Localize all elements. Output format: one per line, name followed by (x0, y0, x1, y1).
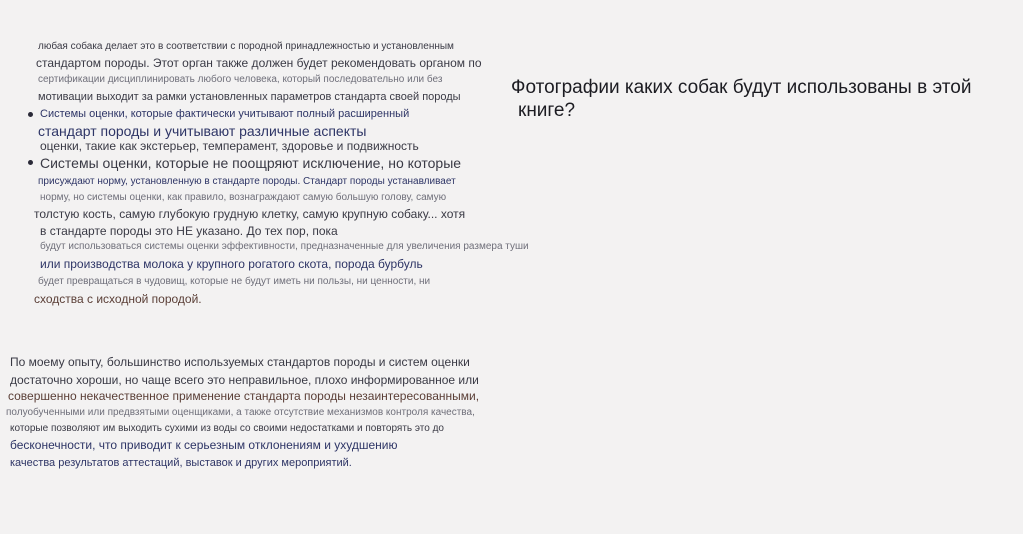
text-line: будут использоваться системы оценки эффе… (40, 241, 529, 252)
text-line: бесконечности, что приводит к серьезным … (10, 438, 398, 452)
question-line: Фотографии каких собак будут использован… (511, 77, 972, 98)
text-line: присуждают норму, установленную в станда… (38, 176, 456, 187)
text-line: или производства молока у крупного рогат… (40, 257, 423, 271)
text-line: сертификации дисциплинировать любого чел… (38, 74, 443, 85)
text-line: достаточно хороши, но чаще всего это неп… (10, 373, 479, 387)
text-line: Системы оценки, которые не поощряют искл… (40, 155, 462, 171)
text-line: которые позволяют им выходить сухими из … (10, 423, 444, 434)
text-line: качества результатов аттестаций, выставо… (10, 457, 352, 469)
text-line: мотивации выходит за рамки установленных… (38, 91, 461, 103)
text-line: любая собака делает это в соответствии с… (38, 41, 454, 52)
text-line: стандарт породы и учитывают различные ас… (38, 123, 367, 139)
text-line: в стандарте породы это НЕ указано. До те… (40, 224, 338, 238)
text-line: сходства с исходной породой. (34, 292, 202, 306)
text-line: оценки, такие как экстерьер, темперамент… (40, 139, 419, 153)
text-line: полуобученными или предвзятыми оценщикам… (6, 407, 475, 418)
bullet-marker (28, 112, 33, 117)
document-page: любая собака делает это в соответствии с… (0, 0, 1023, 534)
bullet-marker (28, 160, 33, 165)
text-line: стандартом породы. Этот орган также долж… (36, 56, 482, 70)
text-line: будет превращаться в чудовищ, которые не… (38, 276, 431, 287)
text-line: По моему опыту, большинство используемых… (10, 355, 470, 369)
text-line: толстую кость, самую глубокую грудную кл… (34, 207, 466, 221)
text-line: норму, но системы оценки, как правило, в… (40, 192, 447, 203)
text-line: Системы оценки, которые фактически учиты… (40, 108, 410, 120)
question-line: книге? (518, 100, 576, 121)
text-line: совершенно некачественное применение ста… (8, 389, 480, 403)
